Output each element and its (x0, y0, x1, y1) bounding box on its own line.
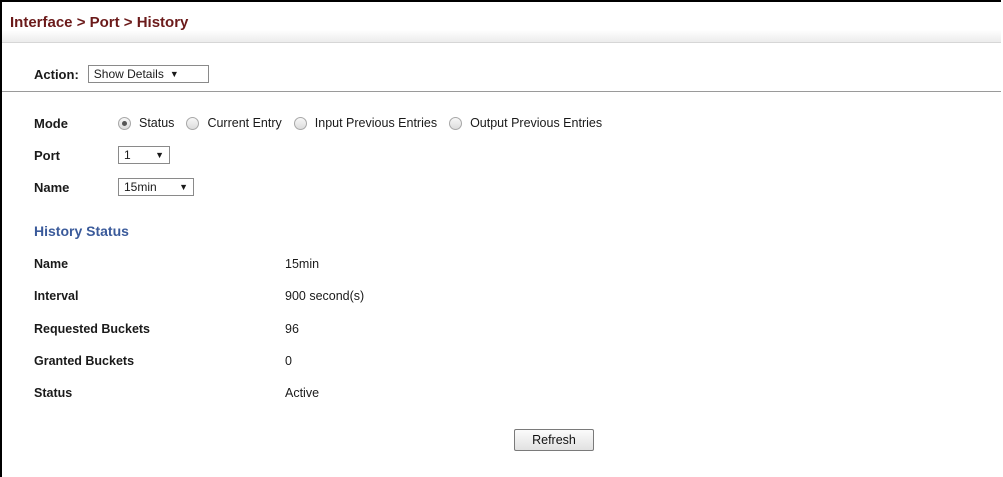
radio-icon[interactable] (449, 116, 463, 130)
status-key: Status (34, 386, 73, 400)
status-row-interval: Interval 900 second(s) (34, 287, 364, 305)
status-key: Requested Buckets (34, 322, 151, 336)
status-value: 0 (285, 354, 292, 368)
radio-icon[interactable] (293, 116, 307, 130)
status-row-name: Name 15min (34, 255, 319, 273)
status-value: Active (285, 386, 320, 400)
radio-status[interactable]: Status (118, 116, 174, 130)
radio-current-entry[interactable]: Current Entry (186, 116, 282, 130)
history-status-title: History Status (34, 223, 129, 239)
radio-current-entry-label: Current Entry (207, 116, 282, 130)
title-bar: Interface > Port > History (2, 2, 1001, 43)
name-label: Name (34, 179, 70, 195)
name-row: Name 15min ▼ (34, 177, 194, 197)
name-select-value: 15min (124, 180, 157, 194)
chevron-down-icon: ▼ (155, 150, 164, 160)
status-value: 96 (285, 322, 299, 336)
radio-icon[interactable] (118, 116, 131, 130)
radio-input-previous-entries-label: Input Previous Entries (314, 116, 438, 130)
port-row: Port 1 ▼ (34, 145, 170, 165)
action-select-value: Show Details (93, 67, 164, 81)
mode-radio-group: Status Current Entry Input Previous Entr… (118, 116, 614, 130)
status-row-granted-buckets: Granted Buckets 0 (34, 352, 292, 370)
action-row: Action: Show Details ▼ (34, 64, 209, 84)
name-select[interactable]: 15min ▼ (118, 178, 194, 196)
status-key: Name (34, 257, 69, 271)
status-row-status: Status Active (34, 384, 319, 402)
chevron-down-icon: ▼ (179, 182, 188, 192)
radio-input-previous-entries[interactable]: Input Previous Entries (293, 116, 438, 130)
radio-icon[interactable] (186, 116, 200, 130)
status-key: Interval (34, 289, 79, 303)
refresh-button[interactable]: Refresh (514, 429, 594, 451)
action-select[interactable]: Show Details ▼ (87, 65, 209, 83)
port-label: Port (34, 147, 60, 163)
action-label: Action: (34, 66, 79, 82)
chevron-down-icon: ▼ (169, 69, 179, 79)
radio-output-previous-entries[interactable]: Output Previous Entries (449, 116, 602, 130)
port-select-value: 1 (124, 148, 131, 162)
divider (2, 91, 1001, 92)
port-select[interactable]: 1 ▼ (118, 146, 170, 164)
mode-row: Mode Status Current Entry Input Previous… (34, 113, 614, 133)
radio-output-previous-entries-label: Output Previous Entries (470, 116, 603, 130)
radio-status-label: Status (139, 116, 175, 130)
mode-label: Mode (34, 115, 68, 131)
status-value: 15min (285, 257, 320, 271)
status-row-requested-buckets: Requested Buckets 96 (34, 320, 299, 338)
status-key: Granted Buckets (34, 354, 135, 368)
breadcrumb: Interface > Port > History (10, 14, 189, 31)
status-value: 900 second(s) (285, 289, 365, 303)
